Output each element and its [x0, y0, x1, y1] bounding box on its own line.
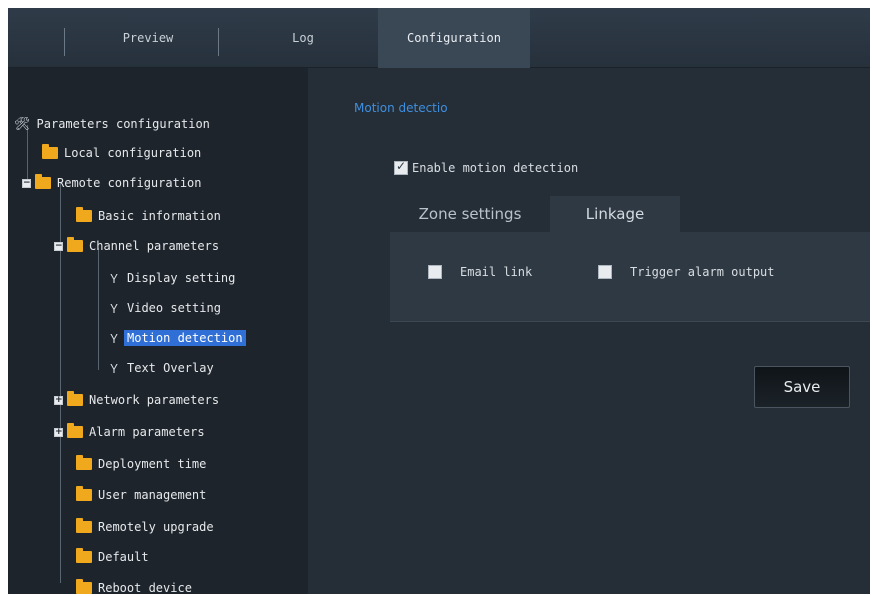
- sidebar-item-alarm-parameters[interactable]: + Alarm parameters: [54, 422, 208, 442]
- folder-icon: [42, 144, 58, 159]
- wrench-icon: 🛠: [14, 116, 31, 132]
- enable-motion-detection-label: Enable motion detection: [412, 161, 579, 175]
- sidebar-item-network-parameters[interactable]: + Network parameters: [54, 390, 222, 410]
- sidebar-item-motion-detection[interactable]: Ｙ Motion detection: [108, 328, 246, 348]
- folder-icon: [76, 207, 92, 222]
- sidebar-item-label: Network parameters: [89, 393, 220, 407]
- app-window: Preview Log Configuration 🛠 Parameters c…: [8, 8, 870, 596]
- save-button[interactable]: Save: [754, 366, 850, 408]
- folder-icon: [76, 579, 92, 594]
- sidebar-item-label: Deployment time: [98, 457, 207, 471]
- sidebar-item-label: Remotely upgrade: [98, 520, 214, 534]
- sidebar-item-label: User management: [98, 488, 207, 502]
- collapse-icon[interactable]: −: [22, 178, 31, 188]
- email-link-label: Email link: [460, 265, 533, 279]
- wrench-icon: Ｙ: [108, 361, 121, 376]
- sidebar-item-reboot-device[interactable]: Reboot device: [76, 578, 195, 596]
- tab-log[interactable]: Log: [228, 8, 378, 68]
- tab-configuration[interactable]: Configuration: [378, 8, 530, 68]
- sidebar-item-label: Local configuration: [64, 146, 202, 160]
- section-title: Motion detectio: [354, 101, 448, 115]
- expand-icon[interactable]: +: [54, 395, 63, 405]
- sidebar-item-channel-parameters[interactable]: − Channel parameters: [54, 236, 222, 256]
- sidebar-item-label: Video setting: [127, 301, 221, 315]
- folder-icon: [76, 518, 92, 533]
- tab-divider: [218, 28, 219, 56]
- tab-divider: [64, 28, 65, 56]
- sidebar-item-display-setting[interactable]: Ｙ Display setting: [108, 268, 238, 288]
- tree-root-label: Parameters configuration: [36, 117, 210, 131]
- wrench-icon: Ｙ: [108, 301, 121, 316]
- tab-linkage[interactable]: Linkage: [550, 196, 680, 232]
- wrench-icon: Ｙ: [108, 271, 121, 286]
- wrench-icon: Ｙ: [108, 331, 121, 346]
- tab-zone-settings[interactable]: Zone settings: [390, 196, 550, 232]
- folder-icon: [35, 174, 51, 189]
- enable-motion-detection-row[interactable]: Enable motion detection: [394, 159, 579, 175]
- config-tree-sidebar: 🛠 Parameters configuration Local configu…: [8, 68, 308, 596]
- sidebar-item-label: Motion detection: [124, 330, 246, 346]
- tree-connector: [98, 248, 99, 370]
- sidebar-item-default[interactable]: Default: [76, 547, 152, 567]
- folder-icon: [67, 237, 83, 252]
- enable-motion-detection-checkbox[interactable]: [394, 159, 408, 175]
- trigger-alarm-output-label: Trigger alarm output: [630, 265, 775, 279]
- sidebar-item-text-overlay[interactable]: Ｙ Text Overlay: [108, 358, 217, 378]
- email-link-option[interactable]: Email link: [428, 265, 532, 279]
- sidebar-item-label: Channel parameters: [89, 239, 220, 253]
- sidebar-item-basic-information[interactable]: Basic information: [76, 206, 224, 226]
- sidebar-item-label: Reboot device: [98, 581, 192, 595]
- email-link-checkbox[interactable]: [428, 265, 442, 279]
- tab-preview[interactable]: Preview: [78, 8, 218, 68]
- sidebar-item-local-configuration[interactable]: Local configuration: [42, 143, 204, 163]
- sidebar-item-label: Text Overlay: [127, 361, 214, 375]
- folder-icon: [67, 391, 83, 406]
- sidebar-item-label: Default: [98, 550, 149, 564]
- collapse-icon[interactable]: −: [54, 241, 63, 251]
- sidebar-item-label: Basic information: [98, 209, 221, 223]
- sidebar-item-video-setting[interactable]: Ｙ Video setting: [108, 298, 224, 318]
- top-tab-bar: Preview Log Configuration: [8, 8, 870, 68]
- sidebar-item-deployment-time[interactable]: Deployment time: [76, 454, 209, 474]
- folder-icon: [76, 486, 92, 501]
- trigger-alarm-output-checkbox[interactable]: [598, 265, 612, 279]
- tree-root[interactable]: 🛠 Parameters configuration: [14, 114, 213, 134]
- sidebar-item-user-management[interactable]: User management: [76, 485, 209, 505]
- sidebar-item-label: Alarm parameters: [89, 425, 205, 439]
- expand-icon[interactable]: +: [54, 427, 63, 437]
- folder-icon: [76, 455, 92, 470]
- sidebar-item-remotely-upgrade[interactable]: Remotely upgrade: [76, 517, 217, 537]
- folder-icon: [76, 548, 92, 563]
- main-panel: Motion detectio Enable motion detection …: [308, 68, 870, 594]
- sidebar-item-label: Display setting: [127, 271, 236, 285]
- linkage-panel: Email link Trigger alarm output: [390, 232, 870, 322]
- sidebar-item-remote-configuration[interactable]: − Remote configuration: [22, 173, 205, 193]
- trigger-alarm-output-option[interactable]: Trigger alarm output: [598, 265, 775, 279]
- sidebar-item-label: Remote configuration: [57, 176, 202, 190]
- folder-icon: [67, 423, 83, 438]
